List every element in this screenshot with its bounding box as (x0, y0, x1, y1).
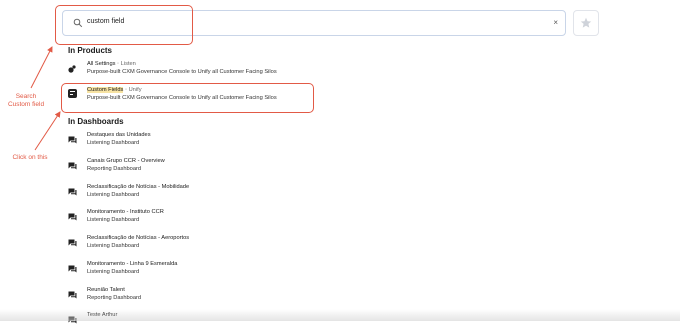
dashboard-item[interactable]: Reclassificação de Notícias - Aeroportos… (68, 235, 308, 255)
chat-bubble-icon (68, 265, 77, 273)
dashboard-item[interactable]: Monitoramento - Instituto CCR Listening D… (68, 209, 308, 229)
dashboard-item-title: Monitoramento - Instituto CCR (87, 209, 164, 215)
chat-bubble-icon (68, 136, 77, 144)
search-annotation-label: Search Custom field (0, 93, 52, 109)
chat-bubble-icon (68, 291, 77, 299)
dashboard-item-subtitle: Reporting Dashboard (87, 295, 142, 301)
star-icon (580, 17, 592, 28)
dashboard-item[interactable]: Destaques das Unidades Listening Dashboar… (68, 132, 308, 152)
dashboard-item-subtitle: Listening Dashboard (87, 192, 140, 198)
dashboard-item[interactable]: Reclassificação de Notícias - Mobilidade… (68, 184, 308, 204)
product-item-title: All Settings ◦ Listen (87, 61, 136, 67)
close-icon[interactable]: × (553, 17, 558, 29)
settings-icon (68, 65, 76, 73)
dashboard-item-title: Canais Grupo CCR - Overview (87, 158, 165, 164)
click-annotation-label: Click on this (12, 154, 48, 161)
dashboard-item-subtitle: Listening Dashboard (87, 217, 140, 223)
dashboard-item-subtitle: Listening Dashboard (87, 269, 140, 275)
product-item-custom-fields[interactable]: Custom Fields ◦ Unify Purpose-built CXM … (68, 87, 308, 107)
annotation-text-line: Custom field (7, 101, 45, 108)
chat-bubble-icon (68, 213, 77, 221)
dashboard-item-title: Monitoramento - Linha 9 Esmeralda (87, 261, 178, 267)
annotation-text-line: Search (15, 93, 37, 100)
dashboard-item-subtitle: Listening Dashboard (87, 140, 140, 146)
dashboard-item[interactable]: Reunião Talent Reporting Dashboard (68, 287, 308, 307)
bottom-shadow (0, 309, 680, 321)
dashboard-item-subtitle: Reporting Dashboard (87, 166, 142, 172)
favorite-button[interactable] (573, 10, 599, 36)
dashboard-item-title: Destaques das Unidades (87, 132, 151, 138)
dashboard-item[interactable]: Monitoramento - Linha 9 Esmeralda Listeni… (68, 261, 308, 281)
chat-bubble-icon (68, 162, 77, 170)
product-item-subtitle: Purpose-built CXM Governance Console to … (87, 95, 277, 101)
separator: ◦ (117, 61, 120, 67)
section-heading-dashboards: In Dashboards (68, 117, 124, 126)
chat-bubble-icon (68, 188, 77, 196)
chat-bubble-icon (68, 239, 77, 247)
product-item-title: Custom Fields ◦ Unify (87, 87, 142, 93)
custom-fields-icon (68, 89, 77, 98)
item-title-text: All Settings (87, 61, 116, 67)
product-item-subtitle: Purpose-built CXM Governance Console to … (87, 69, 277, 75)
section-heading-products: In Products (68, 46, 113, 55)
search-annotation-box (55, 5, 193, 45)
dashboard-item-title: Reclassificação de Notícias - Mobilidade (87, 184, 190, 190)
dashboard-item-title: Reclassificação de Notícias - Aeroportos (87, 235, 190, 241)
product-item-all-settings[interactable]: All Settings ◦ Listen Purpose-built CXM … (68, 61, 308, 81)
product-tag: Listen (120, 61, 136, 67)
dashboard-item-title: Reunião Talent (87, 287, 125, 293)
separator: ◦ (124, 87, 127, 93)
item-title-text: Custom Fields (87, 87, 124, 93)
dashboard-item-subtitle: Listening Dashboard (87, 243, 140, 249)
product-tag: Unify (128, 87, 142, 93)
dashboard-item[interactable]: Canais Grupo CCR - Overview Reporting Das… (68, 158, 308, 178)
